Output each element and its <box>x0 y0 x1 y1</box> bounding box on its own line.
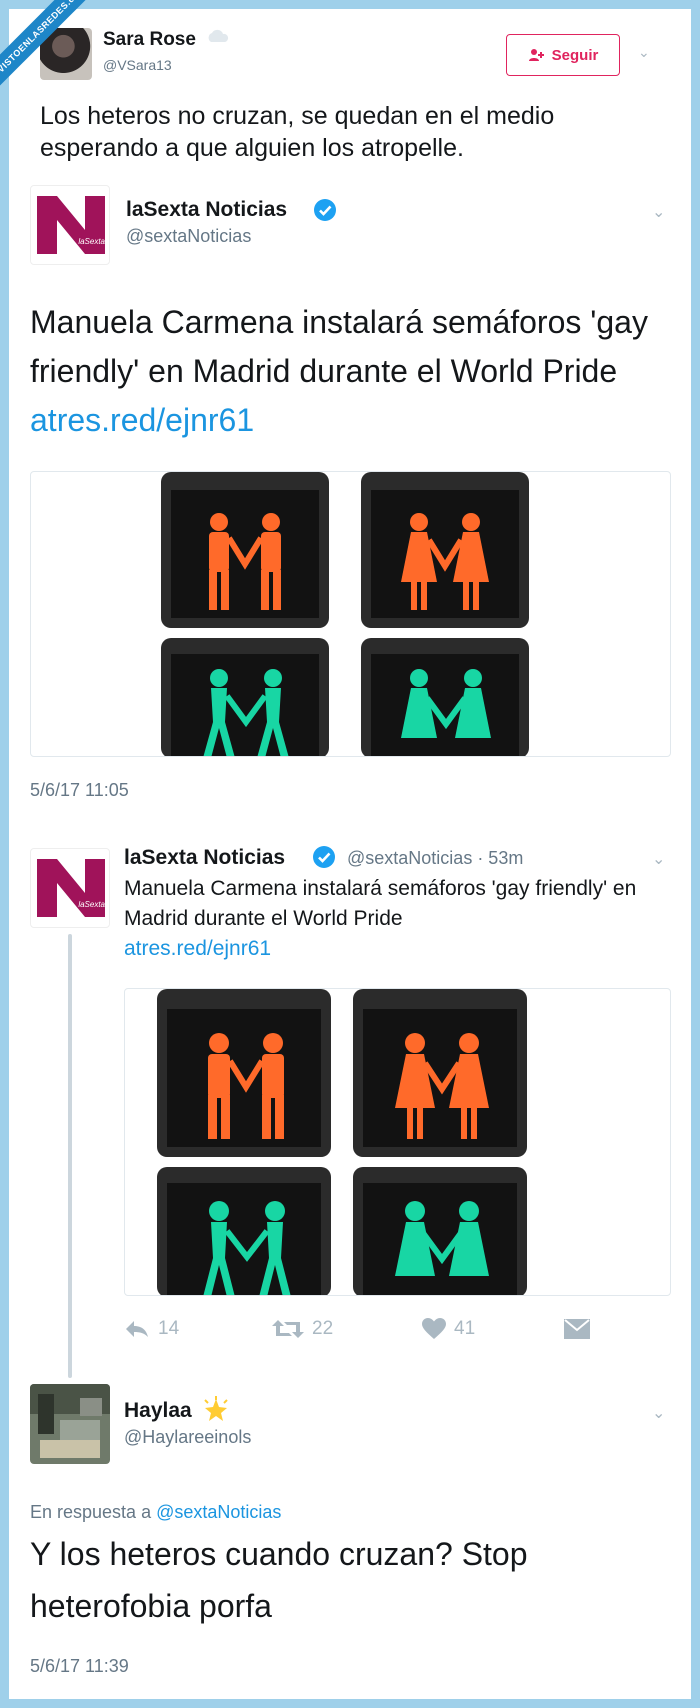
tweet-text: Manuela Carmena instalará semáforos 'gay… <box>30 298 650 445</box>
avatar[interactable] <box>30 1384 110 1464</box>
chevron-down-icon[interactable]: ⌄ <box>652 202 665 222</box>
tweet-text: Manuela Carmena instalará semáforos 'gay… <box>124 874 644 964</box>
reply-icon <box>126 1321 148 1337</box>
envelope-icon <box>564 1319 590 1339</box>
logo-text: laSexta <box>78 900 105 909</box>
signal-right <box>353 989 527 1295</box>
brand-logo[interactable]: laSexta <box>30 848 110 928</box>
chevron-down-icon[interactable]: ⌄ <box>638 44 650 61</box>
follow-button[interactable]: Seguir <box>506 34 620 76</box>
display-name[interactable]: Sara Rose <box>103 29 196 51</box>
avatar-image <box>30 1384 110 1464</box>
reply-prefix: En respuesta a <box>30 1502 152 1522</box>
brand-logo[interactable]: laSexta <box>30 185 110 265</box>
cloud-icon <box>208 29 229 42</box>
tweet-body: Manuela Carmena instalará semáforos 'gay… <box>124 877 637 930</box>
logo-text: laSexta <box>78 237 105 246</box>
retweet-count: 22 <box>312 1318 334 1339</box>
like-count: 41 <box>454 1318 476 1339</box>
tweet-link[interactable]: atres.red/ejnr61 <box>124 934 644 964</box>
tweet-link[interactable]: atres.red/ejnr61 <box>30 402 254 438</box>
reply-mention[interactable]: @sextaNoticias <box>156 1502 281 1522</box>
tweet-body: Manuela Carmena instalará semáforos 'gay… <box>30 304 648 389</box>
tweet-text: Y los heteros cuando cruzan? Stop hetero… <box>30 1536 528 1624</box>
traffic-lights-image[interactable] <box>30 471 671 757</box>
user-handle[interactable]: @VSara13 <box>103 57 172 73</box>
sparkle-star-icon <box>204 1396 228 1421</box>
tweet-actions: 14 22 41 <box>124 1318 624 1348</box>
pedestrian-signals-photo <box>161 472 529 756</box>
handle-and-time[interactable]: @sextaNoticias · 53m <box>347 848 523 869</box>
chevron-down-icon[interactable]: ⌄ <box>652 1403 665 1423</box>
add-user-icon <box>528 49 544 61</box>
signal-right <box>361 472 529 756</box>
tweet-text: Los heteros no cruzan, se quedan en el m… <box>40 102 555 162</box>
retweet-icon <box>272 1320 304 1338</box>
tweet-timestamp[interactable]: 5/6/17 11:39 <box>30 1656 129 1677</box>
message-action[interactable] <box>564 1318 590 1340</box>
signal-left <box>161 472 329 756</box>
tweet-timestamp[interactable]: 5/6/17 11:05 <box>30 780 129 801</box>
thread-connector <box>68 934 72 1378</box>
retweet-action[interactable]: 22 <box>272 1318 333 1340</box>
display-name[interactable]: laSexta Noticias <box>124 846 285 870</box>
chevron-down-icon[interactable]: ⌄ <box>652 849 665 869</box>
reply-count: 14 <box>158 1318 180 1339</box>
reply-context: En respuesta a @sextaNoticias <box>30 1502 281 1523</box>
like-action[interactable]: 41 <box>422 1318 475 1340</box>
verified-badge-icon <box>313 846 335 868</box>
signal-left <box>157 989 331 1295</box>
reply-action[interactable]: 14 <box>124 1318 179 1340</box>
verified-badge-icon <box>314 199 336 221</box>
heart-icon <box>422 1318 446 1339</box>
pedestrian-signals-photo <box>157 989 527 1295</box>
follow-label: Seguir <box>551 46 599 64</box>
user-handle[interactable]: @sextaNoticias <box>126 226 251 247</box>
display-name[interactable]: Haylaa <box>124 1399 192 1423</box>
traffic-lights-image[interactable] <box>124 988 671 1296</box>
user-handle[interactable]: @Haylareeinols <box>124 1427 251 1448</box>
display-name[interactable]: laSexta Noticias <box>126 198 287 222</box>
